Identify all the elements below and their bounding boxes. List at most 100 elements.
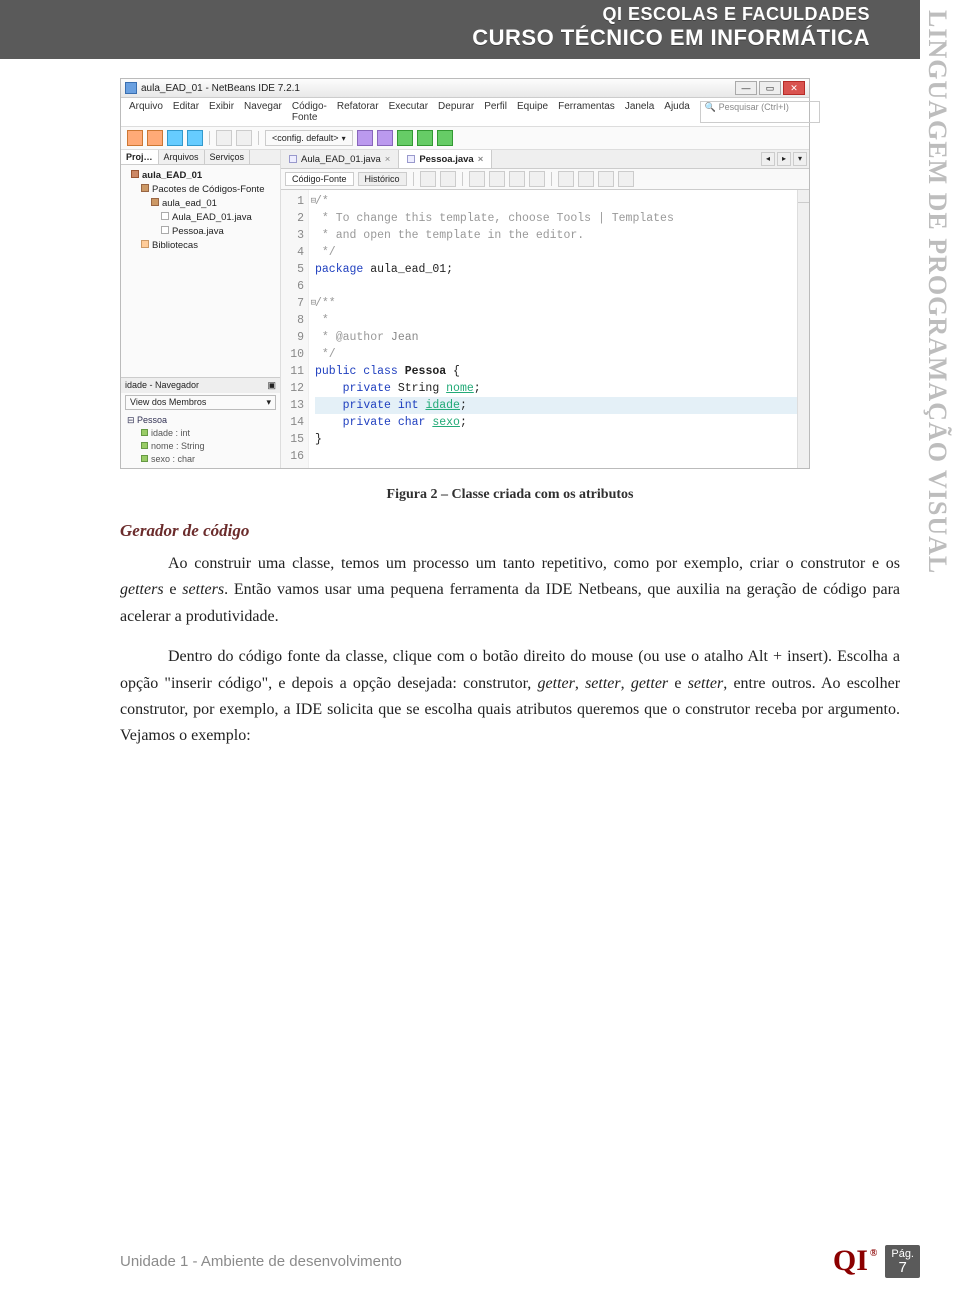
clean-build-icon[interactable]	[377, 130, 393, 146]
redo-icon[interactable]	[236, 130, 252, 146]
editor-subtab-source[interactable]: Código-Fonte	[285, 172, 354, 186]
navigator-view-combo[interactable]: View dos Membros▾	[125, 395, 276, 410]
undo-icon[interactable]	[216, 130, 232, 146]
navigator-combo-label: View dos Membros	[130, 397, 206, 408]
debug-icon[interactable]	[417, 130, 433, 146]
line-gutter: 12345678910111213141516	[281, 190, 309, 468]
tree-file[interactable]: Pessoa.java	[172, 226, 224, 237]
tree-file[interactable]: Aula_EAD_01.java	[172, 212, 252, 223]
comment-icon[interactable]	[598, 171, 614, 187]
separator	[209, 131, 210, 145]
menu-item[interactable]: Navegar	[244, 101, 282, 123]
search-input[interactable]: 🔍 Pesquisar (Ctrl+I)	[700, 101, 820, 123]
source-packages-icon	[141, 184, 149, 192]
maximize-button[interactable]: ▭	[759, 81, 781, 95]
minimize-button[interactable]: —	[735, 81, 757, 95]
menu-item[interactable]: Exibir	[209, 101, 234, 123]
next-bookmark-icon[interactable]	[509, 171, 525, 187]
separator	[258, 131, 259, 145]
tab-left-icon[interactable]: ◂	[761, 152, 775, 166]
left-tab[interactable]: Proj…	[121, 150, 159, 164]
menu-item[interactable]: Refatorar	[337, 101, 379, 123]
paragraph: Ao construir uma classe, temos um proces…	[120, 551, 900, 630]
qi-logo: QI	[833, 1244, 876, 1278]
close-button[interactable]: ✕	[783, 81, 805, 95]
ide-editor-panel: Aula_EAD_01.java ×Pessoa.java × ◂▸▾ Códig…	[281, 150, 809, 468]
editor-toolbar: Código-Fonte Histórico	[281, 169, 809, 190]
package-node[interactable]: aula_ead_01	[162, 198, 217, 209]
navigator-class[interactable]: Pessoa	[137, 415, 167, 425]
editor-scrollbar[interactable]	[797, 190, 809, 468]
config-selector[interactable]: <config. default>	[265, 130, 353, 146]
menu-item[interactable]: Equipe	[517, 101, 548, 123]
page-header: QI ESCOLAS E FACULDADES CURSO TÉCNICO EM…	[0, 0, 920, 59]
uncomment-icon[interactable]	[618, 171, 634, 187]
shift-right-icon[interactable]	[578, 171, 594, 187]
ide-menubar: Arquivo Editar Exibir Navegar Código-Fonte Re…	[121, 98, 809, 127]
top-strip: QI ESCOLAS E FACULDADES CURSO TÉCNICO EM…	[0, 0, 960, 58]
nav-back-icon[interactable]	[420, 171, 436, 187]
side-title-text: LINGUAGEM DE PROGRAMAÇÃO VISUAL	[922, 10, 952, 574]
navigator-field[interactable]: sexo : char	[151, 454, 195, 464]
project-root[interactable]: aula_EAD_01	[142, 170, 202, 181]
navigator-title: idade - Navegador ▣	[121, 377, 280, 393]
menu-item[interactable]: Executar	[389, 101, 428, 123]
toggle-bookmark-icon[interactable]	[529, 171, 545, 187]
java-file-icon	[161, 226, 169, 234]
page-footer: Unidade 1 - Ambiente de desenvolvimento …	[0, 1244, 960, 1278]
java-file-icon	[161, 212, 169, 220]
app-icon	[125, 82, 137, 94]
header-line-2: CURSO TÉCNICO EM INFORMÁTICA	[0, 25, 870, 51]
separator	[413, 172, 414, 186]
find-icon[interactable]	[469, 171, 485, 187]
left-tab[interactable]: Serviços	[205, 150, 251, 164]
menu-item[interactable]: Arquivo	[129, 101, 163, 123]
build-icon[interactable]	[357, 130, 373, 146]
editor-tabs: Aula_EAD_01.java ×Pessoa.java × ◂▸▾	[281, 150, 809, 169]
libraries-node[interactable]: Bibliotecas	[152, 240, 198, 251]
menu-item[interactable]: Janela	[625, 101, 654, 123]
run-icon[interactable]	[397, 130, 413, 146]
open-icon[interactable]	[167, 130, 183, 146]
editor-tab[interactable]: Pessoa.java ×	[399, 150, 492, 168]
tab-list-icon[interactable]: ▾	[793, 152, 807, 166]
shift-left-icon[interactable]	[558, 171, 574, 187]
paragraph: Dentro do código fonte da classe, clique…	[120, 644, 900, 750]
navigator-field[interactable]: nome : String	[151, 441, 205, 451]
menu-item[interactable]: Editar	[173, 101, 199, 123]
panel-close-icon[interactable]: ▣	[267, 380, 276, 391]
project-tree[interactable]: aula_EAD_01 Pacotes de Códigos-Fonte aul…	[121, 165, 280, 377]
nav-fwd-icon[interactable]	[440, 171, 456, 187]
code-content[interactable]: /* * To change this template, choose Too…	[309, 190, 809, 468]
close-tab-icon[interactable]: ×	[478, 154, 484, 165]
ide-window-title: aula_EAD_01 - NetBeans IDE 7.2.1	[141, 83, 300, 94]
page-badge: Pág. 7	[885, 1245, 920, 1278]
source-group[interactable]: Pacotes de Códigos-Fonte	[152, 184, 264, 195]
save-all-icon[interactable]	[187, 130, 203, 146]
left-tab[interactable]: Arquivos	[159, 150, 205, 164]
editor-tab[interactable]: Aula_EAD_01.java ×	[281, 150, 399, 168]
menu-item[interactable]: Ajuda	[664, 101, 690, 123]
prev-bookmark-icon[interactable]	[489, 171, 505, 187]
navigator-title-text: idade - Navegador	[125, 380, 199, 391]
menu-item[interactable]: Código-Fonte	[292, 101, 327, 123]
window-controls: — ▭ ✕	[735, 81, 805, 95]
tab-right-icon[interactable]: ▸	[777, 152, 791, 166]
navigator-field[interactable]: idade : int	[151, 428, 190, 438]
field-icon	[141, 455, 148, 462]
separator	[551, 172, 552, 186]
libraries-icon	[141, 240, 149, 248]
code-editor[interactable]: 12345678910111213141516 /* * To change t…	[281, 190, 809, 468]
new-project-icon[interactable]	[147, 130, 163, 146]
section-heading: Gerador de código	[120, 521, 900, 541]
editor-subtab-history[interactable]: Histórico	[358, 172, 407, 186]
menu-item[interactable]: Perfil	[484, 101, 507, 123]
profile-icon[interactable]	[437, 130, 453, 146]
menu-item[interactable]: Ferramentas	[558, 101, 615, 123]
navigator-tree[interactable]: ⊟ Pessoa idade : int nome : String sexo …	[121, 412, 280, 468]
ide-screenshot: aula_EAD_01 - NetBeans IDE 7.2.1 — ▭ ✕ A…	[120, 78, 810, 469]
new-file-icon[interactable]	[127, 130, 143, 146]
side-vertical-title: LINGUAGEM DE PROGRAMAÇÃO VISUAL	[920, 10, 954, 580]
close-tab-icon[interactable]: ×	[385, 154, 391, 165]
menu-item[interactable]: Depurar	[438, 101, 474, 123]
